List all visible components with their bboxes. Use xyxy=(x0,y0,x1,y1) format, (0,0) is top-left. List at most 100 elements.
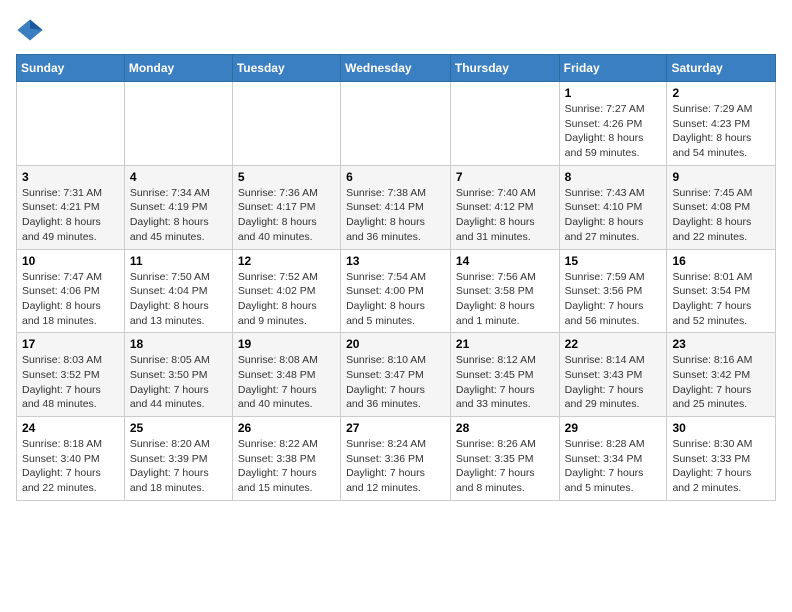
day-number: 18 xyxy=(130,337,227,351)
day-number: 30 xyxy=(672,421,770,435)
day-number: 28 xyxy=(456,421,554,435)
day-info: Sunrise: 7:43 AM Sunset: 4:10 PM Dayligh… xyxy=(565,186,662,245)
calendar-cell: 8 Sunrise: 7:43 AM Sunset: 4:10 PM Daylig… xyxy=(559,165,667,249)
calendar-cell: 4 Sunrise: 7:34 AM Sunset: 4:19 PM Daylig… xyxy=(124,165,232,249)
day-info: Sunrise: 7:29 AM Sunset: 4:23 PM Dayligh… xyxy=(672,102,770,161)
day-number: 29 xyxy=(565,421,662,435)
day-info: Sunrise: 8:10 AM Sunset: 3:47 PM Dayligh… xyxy=(346,353,445,412)
day-number: 24 xyxy=(22,421,119,435)
calendar-cell: 17 Sunrise: 8:03 AM Sunset: 3:52 PM Dayli… xyxy=(17,333,125,417)
day-info: Sunrise: 8:05 AM Sunset: 3:50 PM Dayligh… xyxy=(130,353,227,412)
calendar-day-header: Saturday xyxy=(667,55,776,82)
day-info: Sunrise: 8:14 AM Sunset: 3:43 PM Dayligh… xyxy=(565,353,662,412)
calendar-cell: 22 Sunrise: 8:14 AM Sunset: 3:43 PM Dayli… xyxy=(559,333,667,417)
calendar-cell: 6 Sunrise: 7:38 AM Sunset: 4:14 PM Daylig… xyxy=(341,165,451,249)
calendar-cell: 19 Sunrise: 8:08 AM Sunset: 3:48 PM Dayli… xyxy=(232,333,340,417)
calendar-cell: 27 Sunrise: 8:24 AM Sunset: 3:36 PM Dayli… xyxy=(341,417,451,501)
day-info: Sunrise: 7:38 AM Sunset: 4:14 PM Dayligh… xyxy=(346,186,445,245)
day-info: Sunrise: 8:03 AM Sunset: 3:52 PM Dayligh… xyxy=(22,353,119,412)
calendar-cell: 1 Sunrise: 7:27 AM Sunset: 4:26 PM Daylig… xyxy=(559,82,667,166)
day-info: Sunrise: 7:31 AM Sunset: 4:21 PM Dayligh… xyxy=(22,186,119,245)
day-number: 14 xyxy=(456,254,554,268)
day-number: 3 xyxy=(22,170,119,184)
calendar-cell: 30 Sunrise: 8:30 AM Sunset: 3:33 PM Dayli… xyxy=(667,417,776,501)
calendar-week-row: 17 Sunrise: 8:03 AM Sunset: 3:52 PM Dayli… xyxy=(17,333,776,417)
day-info: Sunrise: 7:34 AM Sunset: 4:19 PM Dayligh… xyxy=(130,186,227,245)
calendar-day-header: Tuesday xyxy=(232,55,340,82)
day-number: 11 xyxy=(130,254,227,268)
day-info: Sunrise: 7:59 AM Sunset: 3:56 PM Dayligh… xyxy=(565,270,662,329)
day-info: Sunrise: 7:50 AM Sunset: 4:04 PM Dayligh… xyxy=(130,270,227,329)
day-info: Sunrise: 8:18 AM Sunset: 3:40 PM Dayligh… xyxy=(22,437,119,496)
day-number: 20 xyxy=(346,337,445,351)
day-number: 23 xyxy=(672,337,770,351)
day-info: Sunrise: 7:47 AM Sunset: 4:06 PM Dayligh… xyxy=(22,270,119,329)
day-info: Sunrise: 7:45 AM Sunset: 4:08 PM Dayligh… xyxy=(672,186,770,245)
calendar-table: SundayMondayTuesdayWednesdayThursdayFrid… xyxy=(16,54,776,501)
calendar-cell xyxy=(341,82,451,166)
day-info: Sunrise: 8:20 AM Sunset: 3:39 PM Dayligh… xyxy=(130,437,227,496)
calendar-cell xyxy=(17,82,125,166)
calendar-week-row: 24 Sunrise: 8:18 AM Sunset: 3:40 PM Dayli… xyxy=(17,417,776,501)
calendar-cell: 13 Sunrise: 7:54 AM Sunset: 4:00 PM Dayli… xyxy=(341,249,451,333)
day-info: Sunrise: 8:26 AM Sunset: 3:35 PM Dayligh… xyxy=(456,437,554,496)
logo-icon xyxy=(16,16,44,44)
day-info: Sunrise: 7:27 AM Sunset: 4:26 PM Dayligh… xyxy=(565,102,662,161)
day-number: 7 xyxy=(456,170,554,184)
day-number: 16 xyxy=(672,254,770,268)
calendar-cell: 12Sunrise: 7:52 AM Sunset: 4:02 PM Dayli… xyxy=(232,249,340,333)
day-number: 22 xyxy=(565,337,662,351)
calendar-cell: 15 Sunrise: 7:59 AM Sunset: 3:56 PM Dayli… xyxy=(559,249,667,333)
calendar-cell: 26Sunrise: 8:22 AM Sunset: 3:38 PM Dayli… xyxy=(232,417,340,501)
calendar-day-header: Wednesday xyxy=(341,55,451,82)
calendar-day-header: Friday xyxy=(559,55,667,82)
day-info: Sunrise: 8:08 AM Sunset: 3:48 PM Dayligh… xyxy=(238,353,335,412)
calendar-cell xyxy=(124,82,232,166)
day-number: 4 xyxy=(130,170,227,184)
calendar-cell: 11 Sunrise: 7:50 AM Sunset: 4:04 PM Dayli… xyxy=(124,249,232,333)
calendar-week-row: 1 Sunrise: 7:27 AM Sunset: 4:26 PM Daylig… xyxy=(17,82,776,166)
day-number: 1 xyxy=(565,86,662,100)
day-number: 13 xyxy=(346,254,445,268)
day-number: 10 xyxy=(22,254,119,268)
day-number: 9 xyxy=(672,170,770,184)
day-number: 19 xyxy=(238,337,335,351)
calendar-cell: 29Sunrise: 8:28 AM Sunset: 3:34 PM Dayli… xyxy=(559,417,667,501)
calendar-week-row: 3 Sunrise: 7:31 AM Sunset: 4:21 PM Daylig… xyxy=(17,165,776,249)
day-info: Sunrise: 8:16 AM Sunset: 3:42 PM Dayligh… xyxy=(672,353,770,412)
day-number: 6 xyxy=(346,170,445,184)
day-number: 2 xyxy=(672,86,770,100)
calendar-cell: 23 Sunrise: 8:16 AM Sunset: 3:42 PM Dayli… xyxy=(667,333,776,417)
logo xyxy=(16,16,48,44)
calendar-cell: 9 Sunrise: 7:45 AM Sunset: 4:08 PM Daylig… xyxy=(667,165,776,249)
calendar-cell xyxy=(232,82,340,166)
day-info: Sunrise: 7:56 AM Sunset: 3:58 PM Dayligh… xyxy=(456,270,554,329)
calendar-cell: 25 Sunrise: 8:20 AM Sunset: 3:39 PM Dayli… xyxy=(124,417,232,501)
day-number: 27 xyxy=(346,421,445,435)
calendar-cell: 2 Sunrise: 7:29 AM Sunset: 4:23 PM Daylig… xyxy=(667,82,776,166)
calendar-cell: 24 Sunrise: 8:18 AM Sunset: 3:40 PM Dayli… xyxy=(17,417,125,501)
calendar-cell: 20 Sunrise: 8:10 AM Sunset: 3:47 PM Dayli… xyxy=(341,333,451,417)
calendar-day-header: Thursday xyxy=(450,55,559,82)
calendar-cell xyxy=(450,82,559,166)
day-number: 25 xyxy=(130,421,227,435)
day-info: Sunrise: 7:40 AM Sunset: 4:12 PM Dayligh… xyxy=(456,186,554,245)
day-info: Sunrise: 8:24 AM Sunset: 3:36 PM Dayligh… xyxy=(346,437,445,496)
day-info: Sunrise: 7:54 AM Sunset: 4:00 PM Dayligh… xyxy=(346,270,445,329)
day-number: 12 xyxy=(238,254,335,268)
day-number: 17 xyxy=(22,337,119,351)
calendar-cell: 10 Sunrise: 7:47 AM Sunset: 4:06 PM Dayli… xyxy=(17,249,125,333)
day-number: 5 xyxy=(238,170,335,184)
calendar-cell: 7 Sunrise: 7:40 AM Sunset: 4:12 PM Daylig… xyxy=(450,165,559,249)
page-header xyxy=(16,16,776,44)
calendar-day-header: Sunday xyxy=(17,55,125,82)
calendar-cell: 16Sunrise: 8:01 AM Sunset: 3:54 PM Dayli… xyxy=(667,249,776,333)
day-info: Sunrise: 8:22 AM Sunset: 3:38 PM Dayligh… xyxy=(238,437,335,496)
calendar-day-header: Monday xyxy=(124,55,232,82)
day-number: 15 xyxy=(565,254,662,268)
day-number: 8 xyxy=(565,170,662,184)
day-info: Sunrise: 7:36 AM Sunset: 4:17 PM Dayligh… xyxy=(238,186,335,245)
day-info: Sunrise: 8:30 AM Sunset: 3:33 PM Dayligh… xyxy=(672,437,770,496)
day-number: 21 xyxy=(456,337,554,351)
calendar-cell: 18 Sunrise: 8:05 AM Sunset: 3:50 PM Dayli… xyxy=(124,333,232,417)
